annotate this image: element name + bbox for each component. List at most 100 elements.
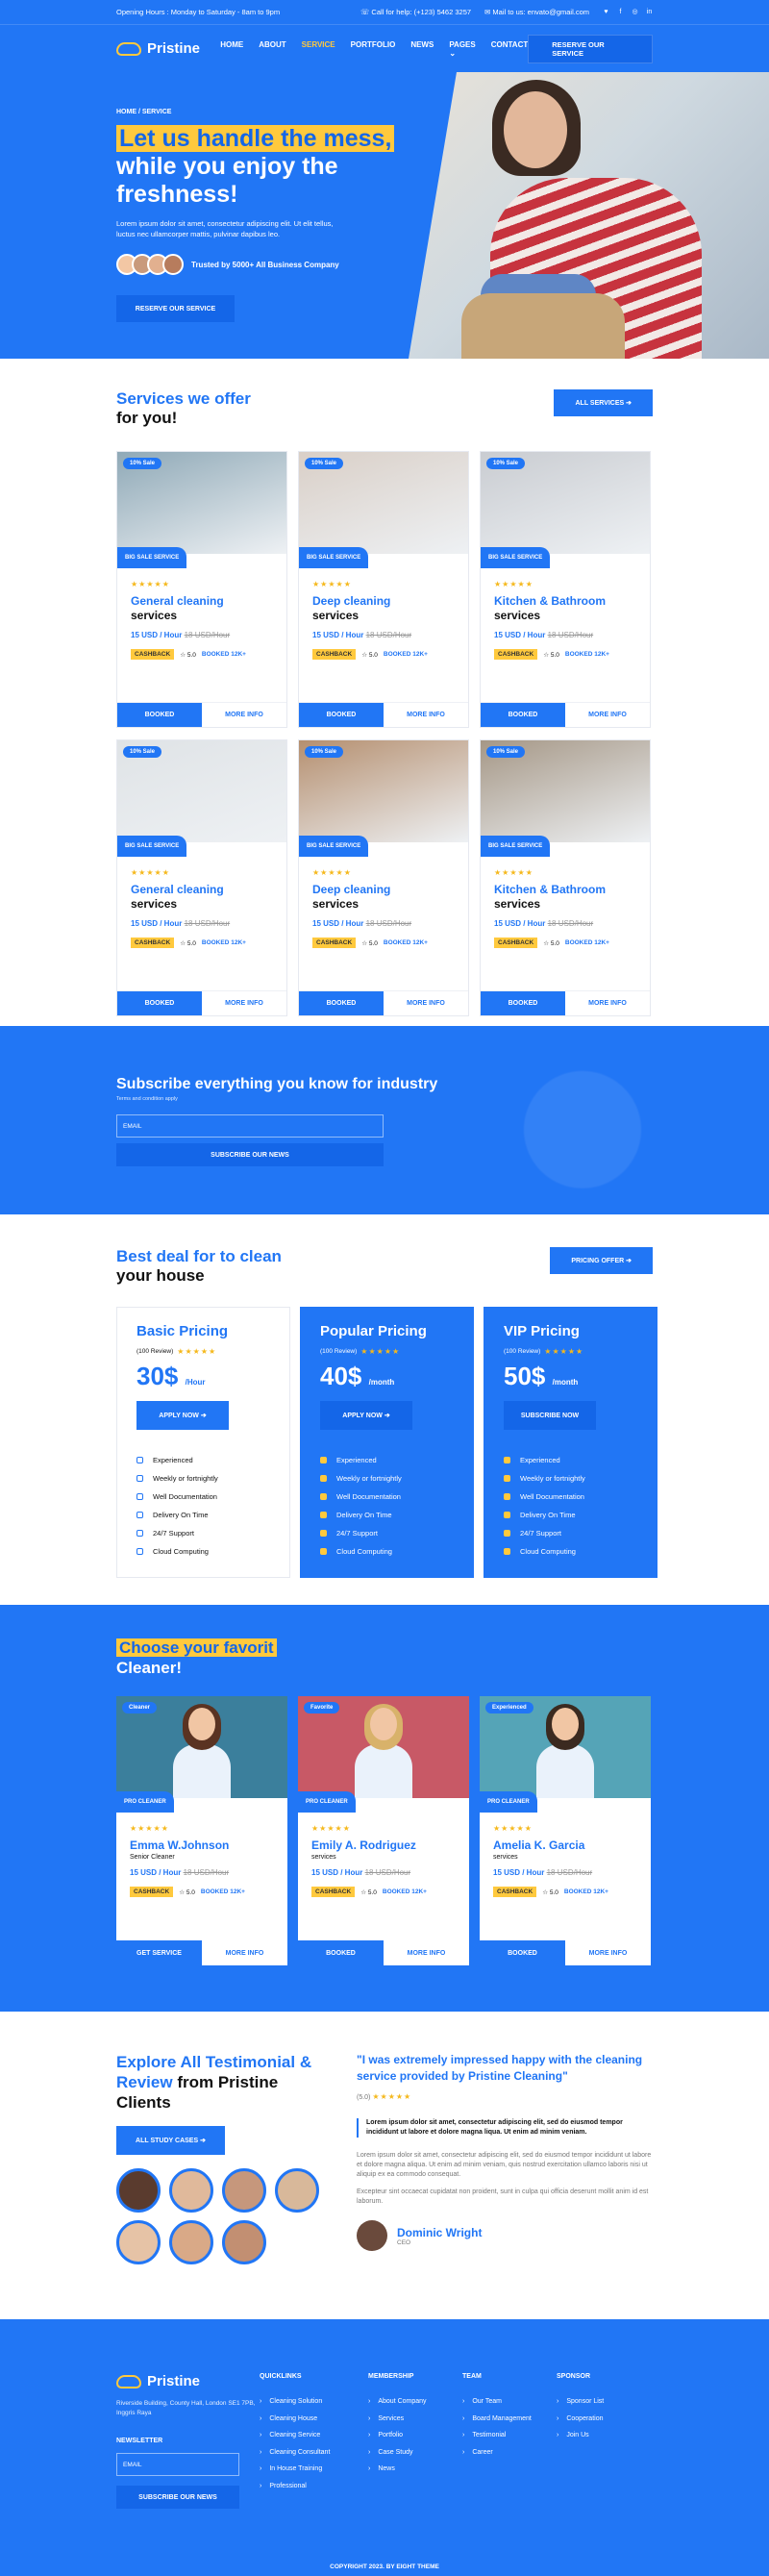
rating-value: ☆ 5.0 [180, 939, 196, 947]
instagram-icon[interactable]: ◎ [632, 9, 638, 15]
cleaner-name: Emma W.Johnson [130, 1838, 230, 1852]
check-icon [504, 1530, 510, 1537]
more-info-button[interactable]: MORE INFO [384, 703, 468, 727]
footer-link[interactable]: Testimonial [462, 2427, 557, 2444]
nav-item[interactable]: NEWS [410, 40, 434, 58]
nav-item[interactable]: ABOUT [259, 40, 285, 58]
rating-value: ☆ 5.0 [542, 1888, 558, 1896]
avatar[interactable] [275, 2168, 319, 2213]
footer-column-title: SPONSOR [557, 2373, 591, 2380]
footer-link[interactable]: Cleaning Consultant [260, 2444, 368, 2462]
pricing-offer-button[interactable]: PRICING OFFER ➔ [550, 1247, 653, 1274]
avatar[interactable] [222, 2168, 266, 2213]
cleaner-action-button[interactable]: BOOKED [480, 1940, 565, 1965]
booked-button[interactable]: BOOKED [117, 703, 202, 727]
footer-link[interactable]: Cooperation [557, 2411, 653, 2428]
footer-link[interactable]: In House Training [260, 2461, 368, 2478]
more-info-button[interactable]: MORE INFO [202, 703, 286, 727]
opening-hours: Opening Hours : Monday to Saturday - 8am… [116, 8, 281, 16]
more-info-button[interactable]: MORE INFO [202, 991, 286, 1015]
footer-subscribe-button[interactable]: SUBSCRIBE OUR NEWS [116, 2486, 239, 2509]
cleaner-action-button[interactable]: BOOKED [298, 1940, 384, 1965]
footer-link[interactable]: Portfolio [368, 2427, 462, 2444]
footer-link[interactable]: Cleaning House [260, 2411, 368, 2428]
footer-link[interactable]: News [368, 2461, 462, 2478]
all-study-cases-button[interactable]: ALL STUDY CASES ➔ [116, 2126, 225, 2155]
reserve-service-button[interactable]: RESERVE OUR SERVICE [528, 34, 653, 63]
nav-item[interactable]: HOME [220, 40, 243, 58]
plan-apply-button[interactable]: SUBSCRIBE NOW [504, 1401, 596, 1430]
avatar[interactable] [222, 2220, 266, 2264]
nav-menu: HOME ABOUT SERVICE PORTFOLIO NEWS PAGES ⌄ CONT… [220, 40, 528, 58]
booked-button[interactable]: BOOKED [481, 703, 565, 727]
twitter-icon[interactable]: ♥ [603, 9, 609, 15]
footer-link[interactable]: Career [462, 2444, 557, 2462]
more-info-button[interactable]: MORE INFO [565, 991, 650, 1015]
footer-logo[interactable]: Pristine [116, 2373, 260, 2389]
mail-info[interactable]: ✉ Mail to us: envato@gmail.com [484, 8, 589, 16]
plan-price: 50$ /month [504, 1362, 579, 1390]
facebook-icon[interactable]: f [617, 9, 624, 15]
cleaner-role: services [311, 1854, 336, 1861]
avatar[interactable] [116, 2168, 161, 2213]
booked-button[interactable]: BOOKED [117, 991, 202, 1015]
service-price: 15 USD / Hour 18 USD/Hour [131, 631, 231, 639]
cleaner-badge: Cleaner [122, 1702, 158, 1713]
footer-link[interactable]: About Company [368, 2393, 462, 2411]
more-info-button[interactable]: MORE INFO [202, 1940, 287, 1965]
avatar[interactable] [169, 2168, 213, 2213]
cleaner-action-button[interactable]: GET SERVICE [116, 1940, 202, 1965]
check-icon [320, 1512, 327, 1518]
service-card: 10% Sale BIG SALE SERVICE ★★★★★ Deep cle… [298, 739, 469, 1016]
footer-link[interactable]: Professional [260, 2478, 368, 2495]
avatar[interactable] [169, 2220, 213, 2264]
footer-link[interactable]: Services [368, 2411, 462, 2428]
feature-item: Experienced [136, 1451, 270, 1469]
plan-price: 40$ /month [320, 1362, 395, 1390]
cashback-badge: CASHBACK [312, 938, 357, 948]
testimonial-title: Explore All Testimonial & Review from Pri… [116, 2053, 312, 2112]
plan-reviews: (100 Review) ★★★★★ [504, 1347, 584, 1356]
check-icon [504, 1512, 510, 1518]
subscribe-button[interactable]: SUBSCRIBE OUR NEWS [116, 1143, 384, 1166]
rating-stars: ★★★★★ [130, 1824, 169, 1833]
linkedin-icon[interactable]: in [646, 9, 653, 15]
booked-button[interactable]: BOOKED [299, 991, 384, 1015]
nav-item[interactable]: CONTACT [491, 40, 529, 58]
testimonial-section: Explore All Testimonial & Review from Pri… [0, 2012, 769, 2319]
more-info-button[interactable]: MORE INFO [565, 703, 650, 727]
cleaner-tag: PRO CLEANER [298, 1791, 356, 1813]
nav-item[interactable]: PORTFOLIO [351, 40, 396, 58]
plan-apply-button[interactable]: APPLY NOW ➔ [136, 1401, 229, 1430]
all-services-button[interactable]: ALL SERVICES ➔ [554, 389, 653, 416]
nav-item[interactable]: PAGES ⌄ [449, 40, 475, 58]
service-image: 10% Sale [117, 452, 286, 554]
service-card: 10% Sale BIG SALE SERVICE ★★★★★ General … [116, 451, 287, 728]
service-image: 10% Sale [299, 740, 468, 842]
more-info-button[interactable]: MORE INFO [565, 1940, 651, 1965]
more-info-button[interactable]: MORE INFO [384, 991, 468, 1015]
plan-apply-button[interactable]: APPLY NOW ➔ [320, 1401, 412, 1430]
footer-link[interactable]: Our Team [462, 2393, 557, 2411]
booked-count: BOOKED 12K+ [383, 939, 428, 946]
brand-logo[interactable]: Pristine [116, 40, 211, 57]
booked-button[interactable]: BOOKED [481, 991, 565, 1015]
footer-link[interactable]: Join Us [557, 2427, 653, 2444]
cloud-icon [116, 2374, 141, 2388]
hero-reserve-button[interactable]: RESERVE OUR SERVICE [116, 295, 235, 322]
booked-button[interactable]: BOOKED [299, 703, 384, 727]
footer-link[interactable]: Cleaning Service [260, 2427, 368, 2444]
footer-link[interactable]: Case Study [368, 2444, 462, 2462]
avatar[interactable] [116, 2220, 161, 2264]
feature-item: Weekly or fortnightly [320, 1469, 454, 1488]
footer-link[interactable]: Board Management [462, 2411, 557, 2428]
nav-item[interactable]: SERVICE [302, 40, 335, 58]
footer-email-input[interactable]: EMAIL [116, 2453, 239, 2476]
subscribe-email-input[interactable]: EMAIL [116, 1114, 384, 1138]
subscribe-section: Subscribe everything you know for indust… [0, 1026, 769, 1214]
check-icon [136, 1530, 143, 1537]
footer-link[interactable]: Cleaning Solution [260, 2393, 368, 2411]
footer-link[interactable]: Sponsor List [557, 2393, 653, 2411]
check-icon [320, 1457, 327, 1463]
more-info-button[interactable]: MORE INFO [384, 1940, 469, 1965]
